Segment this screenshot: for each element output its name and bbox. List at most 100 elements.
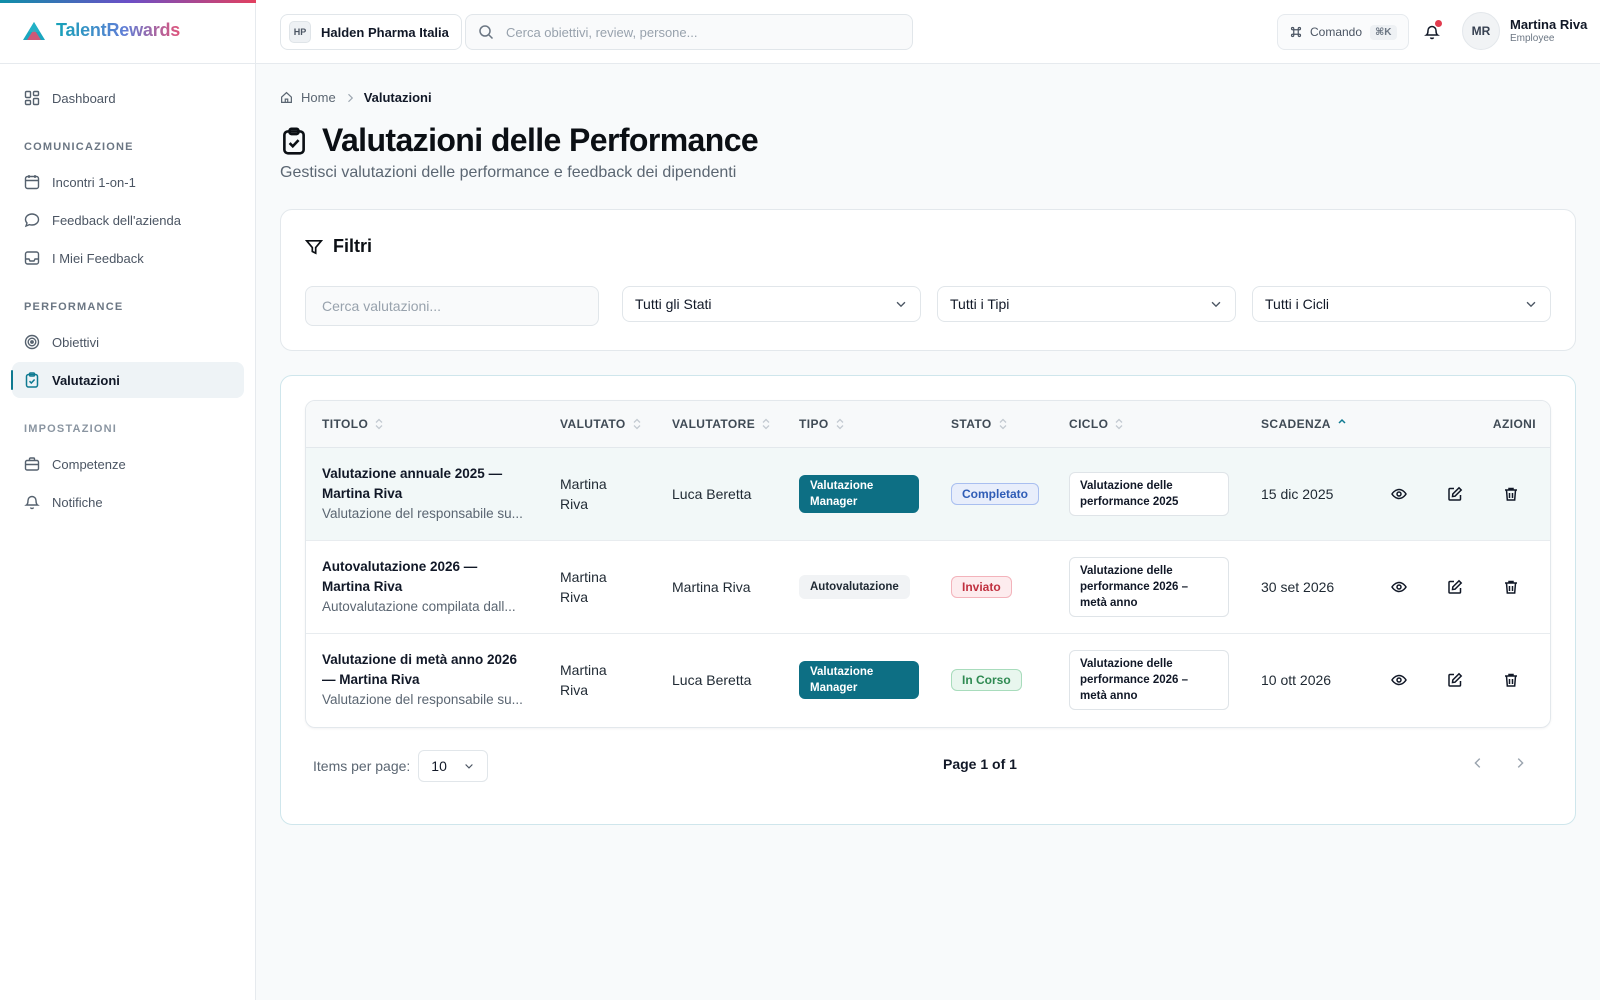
column-header-label: AZIONI: [1492, 416, 1536, 431]
sort-ascending-icon: [1337, 418, 1347, 430]
brand-logo[interactable]: TalentRewards: [22, 20, 180, 41]
column-header-evaluator[interactable]: VALUTATORE: [656, 401, 783, 448]
evaluation-title[interactable]: Valutazione di metà anno 2026 — Martina …: [322, 650, 528, 690]
evaluation-title[interactable]: Autovalutazione 2026 — Martina Riva: [322, 557, 528, 597]
sidebar-nav: Dashboard COMUNICAZIONE Incontri 1-on-1 …: [11, 80, 244, 522]
sidebar-item-label: I Miei Feedback: [52, 250, 144, 266]
type-filter-select[interactable]: Tutti i Tipi: [937, 286, 1236, 322]
breadcrumb-home[interactable]: Home: [301, 90, 336, 105]
evaluator-name: Luca Beretta: [672, 671, 752, 688]
edit-pencil-icon[interactable]: [1447, 579, 1463, 595]
view-eye-icon[interactable]: [1391, 486, 1407, 502]
column-header-label: TIPO: [799, 416, 829, 431]
column-header-label: STATO: [951, 416, 992, 431]
evaluation-description: Valutazione del responsabile su...: [322, 691, 523, 707]
delete-trash-icon[interactable]: [1503, 672, 1519, 688]
cycle-chip: Valutazione delle performance 2025: [1069, 471, 1229, 516]
table-row[interactable]: Valutazione annuale 2025 — Martina Riva …: [306, 447, 1550, 540]
items-per-page-value: 10: [431, 758, 447, 774]
evaluations-table-wrapper: TITOLO VALUTATO VALUTATORE TIPO STATO CI…: [305, 400, 1551, 728]
column-header-label: TITOLO: [322, 416, 369, 431]
evaluator-name: Luca Beretta: [672, 485, 752, 502]
global-search[interactable]: [465, 14, 913, 50]
command-shortcut: ⌘K: [1370, 24, 1397, 40]
column-header-type[interactable]: TIPO: [783, 401, 935, 448]
page-info: Page 1 of 1: [943, 756, 1017, 772]
sidebar: TalentRewards Dashboard COMUNICAZIONE In…: [0, 0, 256, 1000]
view-eye-icon[interactable]: [1391, 672, 1407, 688]
user-name: Martina Riva: [1510, 17, 1588, 32]
org-badge: HP: [289, 21, 311, 43]
delete-trash-icon[interactable]: [1503, 579, 1519, 595]
sidebar-item-dashboard[interactable]: Dashboard: [12, 80, 244, 116]
cycle-filter-select[interactable]: Tutti i Cicli: [1252, 286, 1551, 322]
delete-trash-icon[interactable]: [1503, 486, 1519, 502]
evaluation-description: Valutazione del responsabile su...: [322, 505, 523, 521]
filters-title: Filtri: [333, 236, 372, 256]
table-row[interactable]: Valutazione di metà anno 2026 — Martina …: [306, 633, 1550, 726]
sidebar-item-incontri[interactable]: Incontri 1-on-1: [12, 164, 244, 200]
sidebar-item-label: Valutazioni: [52, 372, 120, 388]
topbar: HP Halden Pharma Italia Comando ⌘K MR Ma…: [256, 0, 1600, 64]
type-filter-value: Tutti i Tipi: [950, 296, 1010, 312]
home-icon: [280, 91, 293, 104]
user-role: Employee: [1510, 33, 1555, 44]
sidebar-item-obiettivi[interactable]: Obiettivi: [12, 324, 244, 360]
table-row[interactable]: Autovalutazione 2026 — Martina Riva Auto…: [306, 540, 1550, 633]
column-header-label: SCADENZA: [1261, 416, 1331, 431]
column-header-label: CICLO: [1069, 416, 1109, 431]
items-per-page-select[interactable]: 10: [418, 750, 489, 782]
status-filter-select[interactable]: Tutti gli Stati: [622, 286, 921, 322]
column-header-evaluated[interactable]: VALUTATO: [544, 401, 656, 448]
notification-dot: [1435, 20, 1442, 27]
edit-pencil-icon[interactable]: [1447, 672, 1463, 688]
sidebar-item-label: Dashboard: [52, 90, 116, 106]
table-header-row: TITOLO VALUTATO VALUTATORE TIPO STATO CI…: [306, 401, 1550, 448]
sidebar-item-label: Notifiche: [52, 494, 103, 510]
sidebar-item-valutazioni[interactable]: Valutazioni: [11, 362, 244, 398]
breadcrumb: Home Valutazioni: [280, 90, 432, 105]
filters-card: Filtri Tutti gli Stati Tutti i Tipi Tutt…: [280, 209, 1576, 351]
sort-icon: [1114, 418, 1124, 430]
chevron-right-icon: [344, 92, 356, 104]
sidebar-item-feedback-azienda[interactable]: Feedback dell'azienda: [12, 202, 244, 238]
notifications-button[interactable]: [1420, 20, 1444, 44]
brand-accent-line: [0, 0, 256, 3]
filter-icon: [305, 238, 323, 256]
column-header-cycle[interactable]: CICLO: [1053, 401, 1245, 448]
column-header-status[interactable]: STATO: [935, 401, 1053, 448]
status-badge: Inviato: [951, 575, 1012, 598]
organization-switcher[interactable]: HP Halden Pharma Italia: [280, 14, 462, 50]
sidebar-item-label: Obiettivi: [52, 334, 99, 350]
global-search-input[interactable]: [506, 24, 886, 40]
search-icon: [478, 24, 494, 40]
items-per-page-label: Items per page:: [313, 758, 411, 774]
sidebar-item-miei-feedback[interactable]: I Miei Feedback: [12, 240, 244, 276]
evaluations-table: TITOLO VALUTATO VALUTATORE TIPO STATO CI…: [306, 401, 1550, 726]
evaluator-name: Martina Riva: [672, 578, 751, 595]
evaluated-name: Martina Riva: [560, 475, 607, 512]
column-header-deadline[interactable]: SCADENZA: [1245, 401, 1375, 448]
sidebar-item-competenze[interactable]: Competenze: [12, 446, 244, 482]
brand-divider: [0, 63, 256, 64]
filter-search[interactable]: [305, 286, 599, 326]
view-eye-icon[interactable]: [1391, 579, 1407, 595]
sidebar-section-comunicazione: COMUNICAZIONE: [24, 141, 134, 153]
next-page-chevron-right-icon[interactable]: [1513, 756, 1527, 770]
evaluations-card: TITOLO VALUTATO VALUTATORE TIPO STATO CI…: [280, 375, 1576, 825]
sidebar-item-notifiche[interactable]: Notifiche: [12, 484, 244, 520]
filter-search-input[interactable]: [322, 298, 582, 314]
user-menu[interactable]: MR Martina Riva Employee: [1462, 12, 1587, 50]
page-title-text: Valutazioni delle Performance: [322, 122, 759, 158]
row-actions: [1391, 672, 1536, 688]
deadline-date: 10 ott 2026: [1261, 671, 1332, 688]
command-label: Comando: [1310, 25, 1363, 39]
column-header-title[interactable]: TITOLO: [306, 401, 544, 448]
command-palette-button[interactable]: Comando ⌘K: [1277, 14, 1409, 50]
previous-page-chevron-left-icon[interactable]: [1471, 756, 1485, 770]
edit-pencil-icon[interactable]: [1447, 486, 1463, 502]
column-header-label: VALUTATORE: [672, 416, 756, 431]
bell-icon: [24, 494, 40, 510]
evaluation-title[interactable]: Valutazione annuale 2025 — Martina Riva: [322, 464, 528, 504]
cycle-filter-value: Tutti i Cicli: [1265, 296, 1330, 312]
